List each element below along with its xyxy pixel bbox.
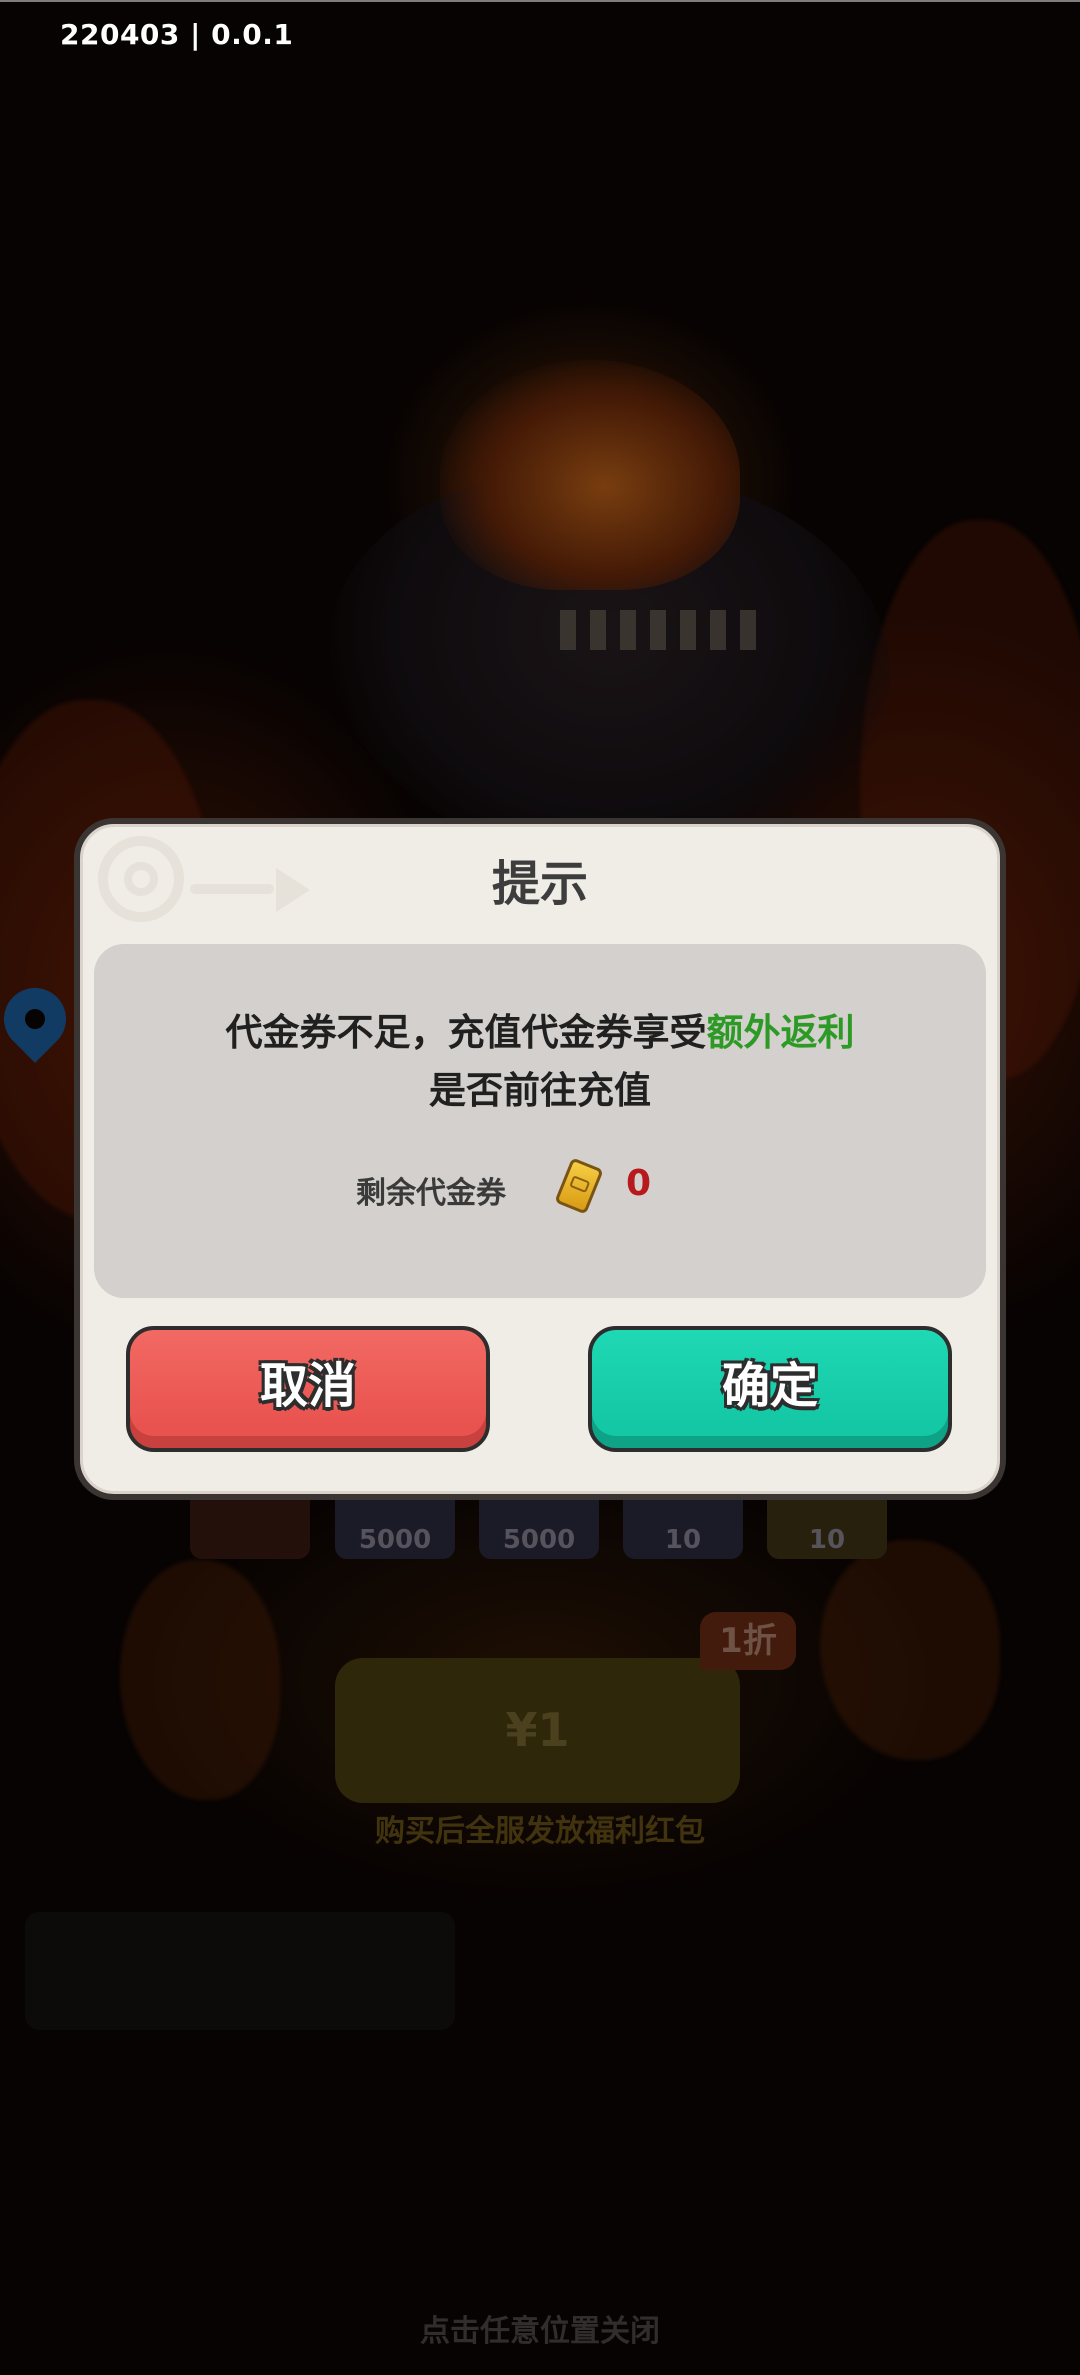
message-highlight-text: 额外返利 bbox=[706, 1011, 855, 1054]
dialog-title: 提示 bbox=[491, 856, 588, 912]
message-line-1: 代金券不足，充值代金券享受额外返利 bbox=[94, 1002, 986, 1056]
dialog-message-box: 代金券不足，充值代金券享受额外返利 是否前往充值 剩余代金券 0 bbox=[94, 944, 986, 1298]
voucher-balance-value: 0 bbox=[626, 1163, 652, 1204]
message-text: 代金券不足，充值代金券享受 bbox=[225, 1011, 707, 1054]
cancel-button[interactable]: 取消 bbox=[126, 1326, 490, 1452]
voucher-balance-label: 剩余代金券 bbox=[356, 1176, 506, 1211]
status-bar-divider bbox=[0, 0, 1080, 2]
hint-dialog: 提示 代金券不足，充值代金券享受额外返利 是否前往充值 剩余代金券 0 取消 确… bbox=[74, 818, 1006, 1500]
confirm-button[interactable]: 确定 bbox=[588, 1326, 952, 1452]
message-line-2: 是否前往充值 bbox=[429, 1069, 651, 1112]
version-label: 220403 | 0.0.1 bbox=[60, 18, 294, 51]
voucher-ticket-icon bbox=[554, 1157, 604, 1215]
